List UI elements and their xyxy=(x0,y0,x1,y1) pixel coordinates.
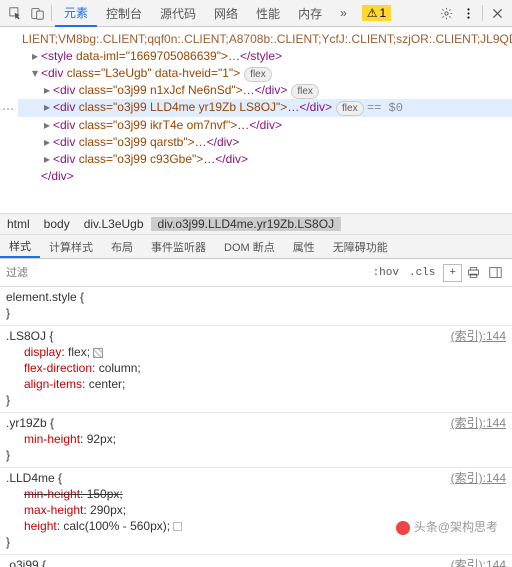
stab-props[interactable]: 属性 xyxy=(284,235,324,258)
tab-overflow[interactable]: » xyxy=(331,0,356,27)
panel-tabs: 元素 控制台 源代码 网络 性能 内存 » xyxy=(55,0,356,27)
stab-a11y[interactable]: 无障碍功能 xyxy=(324,235,397,258)
dom-node[interactable]: ▸<div class="o3j99 qarstb">…</div> xyxy=(18,134,512,151)
style-rule[interactable]: element.style { } xyxy=(0,287,512,326)
tab-performance[interactable]: 性能 xyxy=(247,0,289,27)
style-rule[interactable]: .yr19Zb {(索引):144 min-height: 92px; } xyxy=(0,413,512,468)
dom-breadcrumb: html body div.L3eUgb div.o3j99.LLD4me.yr… xyxy=(0,213,512,235)
source-link[interactable]: (索引):144 xyxy=(451,470,506,486)
stab-layout[interactable]: 布局 xyxy=(102,235,142,258)
dom-node[interactable]: </div> xyxy=(18,168,512,185)
new-rule-button[interactable]: + xyxy=(443,264,462,282)
dom-node[interactable]: ▸<div class="o3j99 ikrT4e om7nvf">…</div… xyxy=(18,117,512,134)
dom-node-selected[interactable]: ⋯▸<div class="o3j99 LLD4me yr19Zb LS8OJ"… xyxy=(18,99,512,117)
separator xyxy=(51,5,52,21)
calc-icon[interactable] xyxy=(173,522,182,531)
dom-node[interactable]: ▾<div class="L3eUgb" data-hveid="1">flex xyxy=(18,65,512,82)
tab-network[interactable]: 网络 xyxy=(205,0,247,27)
source-link[interactable]: (索引):144 xyxy=(451,415,506,431)
crumb-item[interactable]: div.L3eUgb xyxy=(77,217,151,231)
warning-badge[interactable]: ⚠1 xyxy=(362,5,391,21)
tab-sources[interactable]: 源代码 xyxy=(151,0,205,27)
filter-input[interactable] xyxy=(6,267,66,279)
flex-pill[interactable]: flex xyxy=(291,84,319,99)
watermark-icon xyxy=(396,521,410,535)
gear-icon[interactable] xyxy=(435,2,457,24)
stab-dombp[interactable]: DOM 断点 xyxy=(215,235,284,258)
close-icon[interactable] xyxy=(486,2,508,24)
flex-pill[interactable]: flex xyxy=(336,101,364,116)
tab-elements[interactable]: 元素 xyxy=(55,0,97,27)
cls-toggle[interactable]: .cls xyxy=(404,265,440,281)
stab-styles[interactable]: 样式 xyxy=(0,235,40,258)
style-rule[interactable]: .LLD4me {(索引):144 min-height: 150px; max… xyxy=(0,468,512,555)
dom-node[interactable]: ▸<style data-iml="1669705086639">…</styl… xyxy=(18,48,512,65)
inspect-icon[interactable] xyxy=(4,2,26,24)
sidebar-toggle-icon[interactable] xyxy=(484,266,506,279)
device-icon[interactable] xyxy=(26,2,48,24)
flex-editor-icon[interactable] xyxy=(93,348,103,358)
tab-console[interactable]: 控制台 xyxy=(97,0,151,27)
style-rule[interactable]: .LS8OJ {(索引):144 display: flex; flex-dir… xyxy=(0,326,512,413)
crumb-item-selected[interactable]: div.o3j99.LLD4me.yr19Zb.LS8OJ xyxy=(151,217,342,231)
dom-tree[interactable]: LIENT;VM8bg:.CLIENT;qqf0n:.CLIENT;A8708b… xyxy=(0,27,512,213)
watermark: 头条@架构思考 xyxy=(396,518,498,535)
styles-filter-row: :hov .cls + xyxy=(0,259,512,287)
source-link[interactable]: (索引):144 xyxy=(451,557,506,567)
crumb-item[interactable]: body xyxy=(37,217,77,231)
main-toolbar: 元素 控制台 源代码 网络 性能 内存 » ⚠1 xyxy=(0,0,512,27)
dollar-ref: == $0 xyxy=(367,101,403,115)
dom-node[interactable]: ▸<div class="o3j99 n1xJcf Ne6nSd">…</div… xyxy=(18,82,512,99)
dom-attr-overflow[interactable]: LIENT;VM8bg:.CLIENT;qqf0n:.CLIENT;A8708b… xyxy=(18,31,512,48)
source-link[interactable]: (索引):144 xyxy=(451,328,506,344)
dots-icon[interactable] xyxy=(457,2,479,24)
tab-memory[interactable]: 内存 xyxy=(289,0,331,27)
flex-pill[interactable]: flex xyxy=(244,67,272,82)
dom-node[interactable]: ▸<div class="o3j99 c93Gbe">…</div> xyxy=(18,151,512,168)
hov-toggle[interactable]: :hov xyxy=(368,265,404,281)
line-actions-icon[interactable]: ⋯ xyxy=(2,101,14,118)
stab-computed[interactable]: 计算样式 xyxy=(40,235,102,258)
crumb-item[interactable]: html xyxy=(0,217,37,231)
styles-tabbar: 样式 计算样式 布局 事件监听器 DOM 断点 属性 无障碍功能 xyxy=(0,235,512,259)
separator xyxy=(482,5,483,21)
stab-listeners[interactable]: 事件监听器 xyxy=(142,235,215,258)
style-rule[interactable]: .o3j99 {(索引):144 flex-shrink: 0; box-siz… xyxy=(0,555,512,567)
print-icon[interactable] xyxy=(462,266,484,279)
